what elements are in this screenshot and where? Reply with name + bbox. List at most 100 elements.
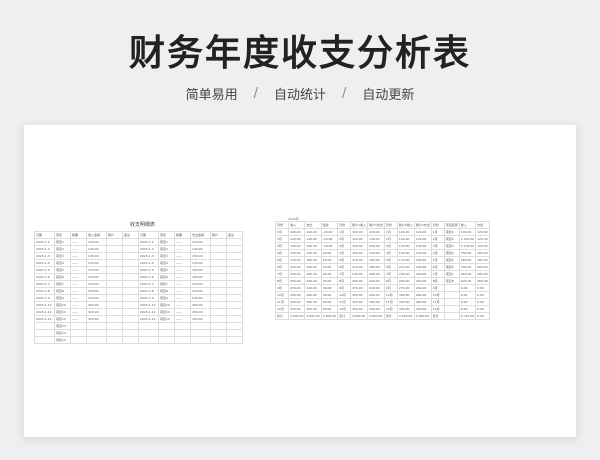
table-cell: 180.00: [190, 273, 211, 281]
table-cell: 260.00: [304, 291, 322, 299]
table-cell: 230.00: [287, 270, 306, 278]
table-cell: [226, 336, 243, 344]
table-cell: 0.00: [458, 305, 477, 313]
feature-list: 简单易用 / 自动统计 / 自动更新: [0, 84, 600, 103]
table-cell: [226, 252, 243, 260]
table-row: 2023-1-3 项目3 —— 130.00 2023-1-3 项目3 —— 150.00: [34, 252, 243, 260]
table-cell: 2023-1-8: [138, 287, 159, 295]
table-cell: 230.00: [350, 270, 368, 278]
table-header-cell: 日期: [34, 231, 55, 239]
table-row: 7月 230.00 200.00 30.00 7月 230.00 200.00 7月 230.0…: [275, 270, 490, 278]
table-cell: 3月: [383, 242, 398, 250]
table-cell: 3月: [275, 242, 289, 250]
table-cell: 2023-1-7: [34, 280, 55, 288]
table-cell: 270.00: [396, 284, 415, 292]
table-cell: [106, 329, 123, 337]
table-cell: 合计: [275, 312, 289, 320]
banner-title: 财务年度收支分析表: [128, 33, 471, 74]
table-header-cell: 账户1收入: [350, 221, 368, 229]
table-cell: 项目2: [158, 245, 175, 253]
table-cell: 120.00: [475, 235, 490, 243]
table-cell: [122, 245, 139, 253]
table-cell: ——: [174, 238, 191, 246]
table-cell: [122, 315, 139, 323]
table-cell: 7月: [337, 270, 352, 278]
table-cell: 280.00: [190, 308, 211, 316]
table-cell: 350.00: [287, 305, 306, 313]
table-cell: 合计: [383, 312, 398, 320]
table-cell: 6月: [275, 263, 289, 271]
table-cell: 12月: [430, 305, 445, 313]
table-cell: 250.00: [396, 277, 415, 285]
table-cell: 项目6: [158, 273, 175, 281]
table-cell: [34, 329, 55, 337]
table-cell: 1月: [275, 228, 289, 236]
table-cell: [190, 322, 211, 330]
table-cell: [122, 308, 139, 316]
table-cell: 2023-1-3: [138, 252, 159, 260]
table-cell: [158, 322, 175, 330]
table-cell: 180.00: [413, 263, 432, 271]
table-cell: 140.00: [190, 245, 211, 253]
table-cell: [122, 294, 139, 302]
table-cell: 2023-1-8: [34, 287, 55, 295]
table-cell: 项目5: [443, 256, 460, 264]
table-cell: 320.00: [350, 298, 368, 306]
table-cell: [138, 322, 159, 330]
table-cell: [174, 336, 191, 344]
table-cell: [122, 336, 139, 344]
table-cell: 350.00: [86, 315, 107, 323]
table-cell: 项目6: [54, 273, 71, 281]
table-row: 2023-1-1 项目1 —— 100.00 2023-1-1 项目1 —— 120.00: [34, 238, 243, 246]
table-cell: 4月: [337, 249, 352, 257]
table-cell: [174, 329, 191, 337]
table-cell: [122, 280, 139, 288]
table-cell: 3月: [337, 242, 352, 250]
table-cell: [106, 294, 123, 302]
table-cell: 130.00: [304, 249, 322, 257]
table-cell: 220.00: [304, 277, 322, 285]
table-cell: [226, 301, 243, 309]
table-row: 2023-1-8 项目8 —— 250.00 2023-1-8 项目8 —— 220.00: [34, 287, 243, 295]
table-cell: 250.00: [86, 287, 107, 295]
table-cell: 170.00: [350, 256, 368, 264]
table-cell: 项目11: [54, 308, 71, 316]
table-cell: -20.00: [320, 235, 339, 243]
spreadsheet-preview: 收支明细表 日期 项目 摘要 收入金额 账户 备注 日期 项目 摘要 支出金额 账户 备注 2023-1…: [24, 125, 576, 437]
table-cell: ——: [70, 280, 87, 288]
table-cell: 210.00: [287, 263, 306, 271]
table-cell: 项目1: [54, 238, 71, 246]
table-cell: 2023-1-2: [34, 245, 55, 253]
table-cell: 100.00: [350, 228, 368, 236]
table-cell: [122, 329, 139, 337]
table-header-cell: 项目: [54, 231, 71, 239]
table-cell: 10.00: [320, 256, 339, 264]
table-cell: 10月: [383, 291, 398, 299]
table-cell: 350.00: [350, 305, 368, 313]
table-cell: 0.00: [458, 298, 477, 306]
table-row: 12月 350.00 300.00 50.00 12月 350.00 300.00 12月 35…: [275, 305, 490, 313]
feature-auto-update: 自动更新: [362, 88, 415, 103]
table-row: 项目14: [34, 329, 243, 337]
table-row: 2023-1-12 项目12 —— 350.00 2023-1-12 项目12 —— 300.…: [34, 315, 243, 323]
table-cell: [190, 329, 211, 337]
table-cell: 2023-1-9: [34, 294, 55, 302]
table-cell: ——: [70, 259, 87, 267]
table-cell: 项目11: [158, 308, 175, 316]
table-header-cell: 项目: [158, 231, 175, 239]
table-header-cell: 账户1支出: [367, 221, 385, 229]
table-cell: 150.00: [86, 259, 107, 267]
table-cell: [106, 308, 123, 316]
table-header-cell: 摘要: [174, 231, 191, 239]
table-row: 2023-1-9 项目9 —— 270.00 2023-1-9 项目9 —— 240.00: [34, 294, 243, 302]
table-row: 2月 120.00 140.00 -20.00 2月 120.00 140.00 2月 120.…: [275, 235, 490, 243]
table-cell: 130.00: [413, 249, 432, 257]
table-cell: 项目12: [54, 315, 71, 323]
table-cell: [210, 308, 227, 316]
table-cell: 0.00: [458, 284, 477, 292]
table-cell: ——: [174, 252, 191, 260]
table-cell: [443, 312, 460, 320]
table-row: 1月 100.00 120.00 -20.00 1月 100.00 120.00 1月 100.…: [275, 228, 490, 236]
table-cell: 7月: [430, 270, 445, 278]
table-cell: 220.00: [367, 277, 385, 285]
